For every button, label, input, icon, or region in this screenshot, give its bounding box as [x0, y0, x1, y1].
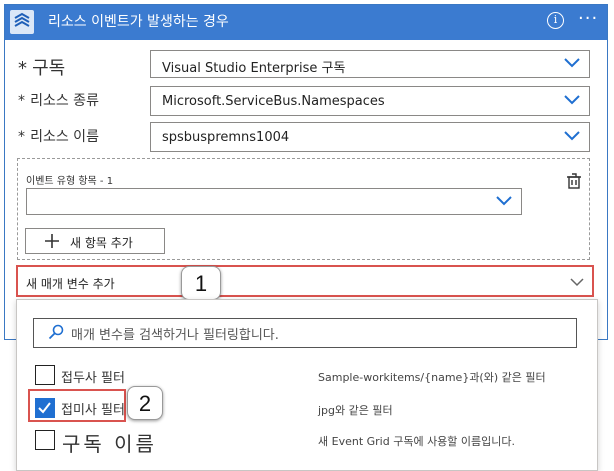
more-icon[interactable]: ··· [578, 8, 598, 29]
event-type-select[interactable] [26, 188, 522, 215]
card-title: 리소스 이벤트가 발생하는 경우 [48, 14, 229, 30]
callout-2: 2 [127, 386, 163, 420]
subscription-label: 구독 [32, 58, 66, 79]
event-grid-icon [10, 10, 34, 34]
required-mark: * [18, 93, 25, 109]
delete-icon[interactable] [565, 172, 583, 194]
required-mark: * [18, 129, 25, 145]
highlight-box-2 [28, 389, 126, 422]
chevron-down-icon[interactable] [564, 57, 580, 69]
subscription-label-row: * 구독 [18, 54, 65, 80]
resource-type-label: 리소스 종류 [30, 93, 99, 109]
resource-name-value: spsbuspremns1004 [162, 130, 290, 145]
required-mark: * [18, 58, 27, 79]
chevron-down-icon[interactable] [564, 130, 580, 142]
resource-type-label-row: * 리소스 종류 [18, 90, 99, 110]
callout-1: 1 [181, 266, 221, 300]
prefix-filter-label[interactable]: 접두사 필터 [61, 367, 125, 386]
suffix-filter-description: jpg와 같은 필터 [318, 404, 393, 417]
chevron-down-icon[interactable] [564, 94, 580, 106]
resource-name-label-row: * 리소스 이름 [18, 126, 99, 146]
highlight-box-1 [16, 265, 594, 297]
prefix-filter-checkbox[interactable] [35, 365, 55, 385]
subscription-name-label[interactable]: 구독 이름 [62, 428, 157, 457]
subscription-value: Visual Studio Enterprise 구독 [162, 61, 346, 76]
search-placeholder: 매개 변수를 검색하거나 필터링합니다. [71, 328, 279, 343]
prefix-filter-description: Sample-workitems/{name}과(와) 같은 필터 [318, 371, 546, 384]
resource-name-label: 리소스 이름 [30, 129, 99, 145]
search-icon [48, 324, 64, 344]
subscription-name-checkbox[interactable] [35, 430, 55, 450]
info-icon[interactable]: i [547, 12, 564, 29]
resource-type-value: Microsoft.ServiceBus.Namespaces [162, 94, 385, 109]
chevron-down-icon[interactable] [496, 195, 512, 207]
plus-icon [44, 233, 60, 253]
add-item-label: 새 항목 추가 [70, 236, 133, 250]
event-type-label: 이벤트 유형 항목 - 1 [26, 176, 114, 187]
subscription-name-description: 새 Event Grid 구독에 사용할 이름입니다. [318, 435, 516, 448]
